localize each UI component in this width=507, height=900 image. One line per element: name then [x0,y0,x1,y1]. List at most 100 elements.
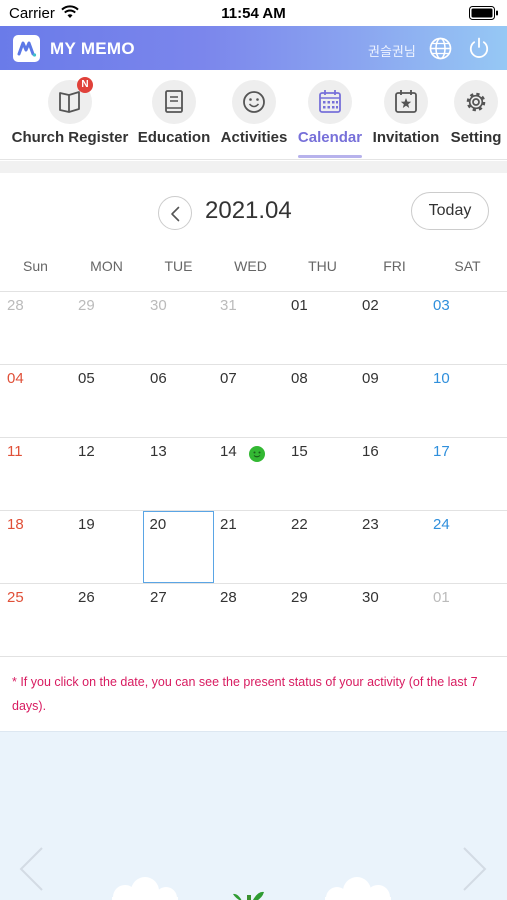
day-number: 08 [291,370,308,387]
day-number: 29 [78,297,95,314]
calendar-day[interactable]: 08 [284,365,355,437]
day-number: 31 [220,297,237,314]
calendar-day[interactable]: 16 [355,438,426,510]
tab-calendar[interactable]: Calendar [296,70,364,160]
calendar-day[interactable]: 05 [71,365,142,437]
tab-setting[interactable]: Setting [448,70,504,160]
banner-area [0,731,507,900]
calendar-day[interactable]: 23 [355,511,426,583]
power-icon[interactable] [468,37,490,59]
day-number: 29 [291,589,308,606]
calendar-day[interactable]: 22 [284,511,355,583]
user-name: 권슬권님 [368,44,416,59]
prev-month-button[interactable] [158,196,192,230]
tab-education-label: Education [137,129,211,146]
day-number: 28 [220,589,237,606]
calendar-day[interactable]: 12 [71,438,142,510]
day-number: 06 [150,370,167,387]
day-number: 09 [362,370,379,387]
calendar-day[interactable]: 17 [426,438,497,510]
calendar-day[interactable]: 07 [213,365,284,437]
new-badge: N [77,77,93,93]
day-number: 05 [78,370,95,387]
tab-education[interactable]: Education [136,70,212,160]
day-number: 02 [362,297,379,314]
calendar-day[interactable]: 13 [143,438,214,510]
tab-invitation[interactable]: Invitation [370,70,442,160]
day-number: 27 [150,589,167,606]
day-number: 30 [150,297,167,314]
calendar-day[interactable]: 28 [0,292,71,364]
calendar-day[interactable]: 30 [143,292,214,364]
battery-icon [469,6,498,20]
calendar-day[interactable]: 18 [0,511,71,583]
calendar-day[interactable]: 06 [143,365,214,437]
day-number: 13 [150,443,167,460]
calendar-day[interactable]: 11 [0,438,71,510]
weekday-label: SAT [454,258,481,274]
tab-church-register[interactable]: N Church Register [8,70,132,160]
calendar-day[interactable]: 30 [355,584,426,656]
smiley-icon [232,80,276,124]
activity-hint-text: * If you click on the date, you can see … [12,675,478,713]
weekday-label: Sun [23,258,48,274]
day-number: 07 [220,370,237,387]
tab-bar: N Church Register Education Activities C… [0,70,507,160]
calendar-day[interactable]: 15 [284,438,355,510]
calendar-star-icon [384,80,428,124]
weekday-label: WED [234,258,267,274]
calendar-icon [308,80,352,124]
weekday-label: TUE [164,258,193,274]
day-number: 25 [7,589,24,606]
app-title: MY MEMO [50,39,135,58]
tab-setting-label: Setting [450,129,502,146]
mood-smiley-icon [249,446,265,462]
calendar-day[interactable]: 25 [0,584,71,656]
calendar-day[interactable]: 09 [355,365,426,437]
calendar-week: 04 05 06 07 08 09 10 [0,365,507,438]
day-number: 22 [291,516,308,533]
day-number: 26 [78,589,95,606]
calendar-day[interactable]: 27 [143,584,214,656]
calendar-day[interactable]: 01 [426,584,497,656]
today-button[interactable]: Today [411,192,489,230]
banner-illustration [112,877,391,900]
calendar-day[interactable]: 29 [284,584,355,656]
chevron-left-icon [171,206,180,222]
day-number: 24 [433,516,450,533]
weekday-header: Sun MON TUE WED THU FRI SAT [0,258,507,278]
book-icon [152,80,196,124]
day-number: 03 [433,297,450,314]
calendar-day[interactable]: 31 [213,292,284,364]
app-logo-icon [13,35,40,62]
calendar-day[interactable]: 24 [426,511,497,583]
day-number: 14 [220,443,237,460]
calendar-day[interactable]: 19 [71,511,142,583]
day-number: 11 [7,443,23,460]
calendar-day[interactable]: 03 [426,292,497,364]
calendar-day[interactable]: 02 [355,292,426,364]
clock: 11:54 AM [221,5,286,22]
status-bar: Carrier 11:54 AM [0,0,507,26]
calendar-day-selected[interactable]: 20 [143,511,214,583]
calendar-day[interactable]: 04 [0,365,71,437]
calendar-day[interactable]: 14 [213,438,284,510]
calendar-day[interactable]: 28 [213,584,284,656]
gear-icon [454,80,498,124]
calendar-day[interactable]: 01 [284,292,355,364]
active-tab-indicator [298,155,362,158]
day-number: 16 [362,443,379,460]
tab-calendar-label: Calendar [297,129,363,146]
day-number: 30 [362,589,379,606]
section-divider [0,161,507,173]
calendar-day[interactable]: 29 [71,292,142,364]
calendar-day[interactable]: 26 [71,584,142,656]
calendar-day[interactable]: 10 [426,365,497,437]
tab-invitation-label: Invitation [372,129,440,146]
tab-activities[interactable]: Activities [218,70,290,160]
day-number: 20 [149,515,167,533]
globe-icon[interactable] [429,37,452,60]
calendar-week: 11 12 13 14 15 16 17 [0,438,507,511]
calendar-day[interactable]: 21 [213,511,284,583]
weekday-label: THU [308,258,337,274]
